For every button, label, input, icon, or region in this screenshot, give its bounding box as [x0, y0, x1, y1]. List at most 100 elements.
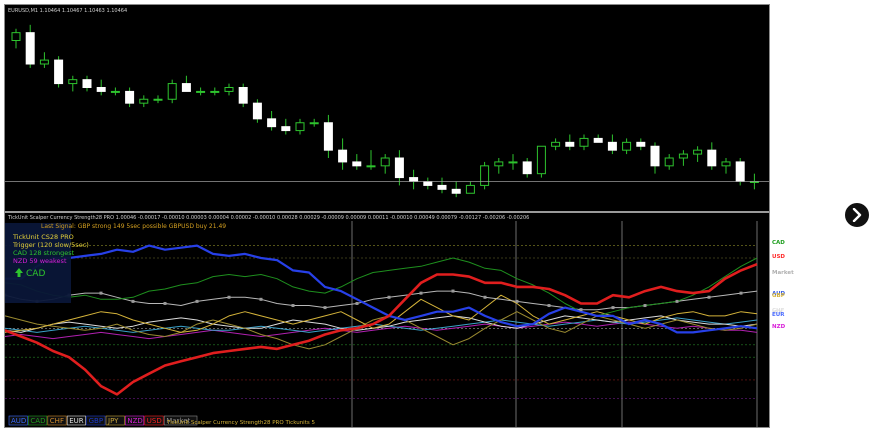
series-cad: [5, 257, 758, 317]
legend-item: AUD: [11, 417, 26, 425]
candle-body: [181, 83, 191, 92]
candle-body: [267, 118, 277, 128]
candle-body: [196, 90, 206, 93]
candle-body: [82, 79, 92, 88]
market-marker: [291, 304, 295, 308]
legend-item: JPY: [107, 417, 119, 425]
candle-body: [565, 141, 575, 147]
market-marker: [99, 291, 103, 295]
candle-body: [25, 32, 35, 65]
legend-item: CAD: [30, 417, 45, 425]
candle-body: [579, 137, 589, 147]
candle-body: [224, 87, 234, 92]
market-marker: [259, 297, 263, 301]
candle-body: [366, 165, 376, 168]
candle-body: [11, 32, 21, 41]
candle-body: [536, 145, 546, 175]
candle-body: [707, 149, 717, 167]
candle-body: [96, 87, 106, 92]
market-marker: [451, 289, 455, 293]
market-marker: [195, 299, 199, 303]
next-button[interactable]: [843, 201, 871, 229]
legend-item: EUR: [69, 417, 84, 425]
market-marker: [739, 291, 743, 295]
candle-body: [125, 90, 135, 104]
symbol-header: EURUSD,M1 1.10464 1.10467 1.10463 1.1046…: [8, 8, 127, 14]
market-marker: [675, 299, 679, 303]
legend-item: NZD: [127, 417, 142, 425]
right-label-market: Market: [772, 270, 794, 276]
candle-body: [551, 141, 561, 147]
candle-body: [437, 184, 447, 190]
candle-body: [68, 79, 78, 85]
legend-item: GBP: [89, 417, 103, 425]
candle-body: [522, 161, 532, 175]
candle-body: [338, 149, 348, 163]
chevron-right-icon: [852, 208, 862, 222]
candle-body: [323, 122, 333, 151]
candle-body: [423, 181, 433, 186]
market-marker: [547, 304, 551, 308]
market-marker: [611, 306, 615, 310]
info-weakest: NZD 59 weakest: [13, 257, 67, 265]
candle-body: [508, 161, 518, 164]
right-label-usd: USD: [772, 254, 785, 260]
candle-body: [693, 149, 703, 155]
candle-body: [110, 90, 120, 93]
candle-body: [494, 161, 504, 167]
candle-body: [650, 145, 660, 167]
candle-body: [352, 161, 362, 167]
chart-window[interactable]: EURUSD,M1 1.10464 1.10467 1.10463 1.1046…: [4, 4, 770, 428]
legend-item: CHF: [50, 417, 64, 425]
market-marker: [483, 295, 487, 299]
candle-body: [252, 102, 262, 120]
right-label-nzd: NZD: [772, 324, 786, 330]
candle-body: [39, 59, 49, 65]
candle-body: [735, 161, 745, 183]
candle-body: [451, 188, 461, 194]
candle-body: [238, 87, 248, 104]
indicator-pane[interactable]: TickUnit Scalper Currency Strength28 PRO…: [5, 213, 769, 427]
candle-body: [721, 161, 731, 167]
market-marker: [131, 299, 135, 303]
candle-body: [295, 122, 305, 132]
price-chart: EURUSD,M1 1.10464 1.10467 1.10463 1.1046…: [5, 8, 769, 198]
candle-body: [139, 98, 149, 104]
candle-body: [480, 165, 490, 186]
candle-body: [636, 141, 646, 147]
legend-item: USD: [147, 417, 162, 425]
market-marker: [387, 295, 391, 299]
candle-body: [153, 98, 163, 101]
info-strongest: CAD 128 strongest: [13, 249, 75, 257]
candle-body: [607, 141, 617, 151]
last-signal: Last Signal: GBP strong 149 5sec possibl…: [41, 223, 226, 230]
candle-body: [593, 137, 603, 143]
candle-body: [678, 153, 688, 159]
market-marker: [227, 295, 231, 299]
right-label-cad: CAD: [772, 240, 785, 246]
market-marker: [419, 291, 423, 295]
candle-body: [167, 83, 177, 100]
candle-body: [210, 90, 220, 93]
market-marker: [643, 304, 647, 308]
candle-body: [281, 126, 291, 132]
candle-body: [465, 184, 475, 194]
candle-body: [409, 177, 419, 182]
info-trigger: Trigger (120 slow/5sec): [12, 241, 89, 249]
indicator-header: TickUnit Scalper Currency Strength28 PRO…: [7, 215, 529, 221]
candle-body: [54, 59, 64, 85]
candle-body: [394, 157, 404, 179]
info-title: TickUnit CS28 PRO: [12, 233, 74, 241]
right-label-gbp: GBP: [772, 293, 785, 299]
currency-strength-chart: TickUnit Scalper Currency Strength28 PRO…: [5, 215, 758, 427]
strongest-arrow-label: CAD: [26, 269, 45, 279]
market-marker: [323, 306, 327, 310]
candle-body: [309, 122, 319, 125]
right-label-eur: EUR: [772, 312, 785, 318]
market-marker: [163, 301, 167, 305]
market-marker: [579, 308, 583, 312]
price-chart-pane[interactable]: EURUSD,M1 1.10464 1.10467 1.10463 1.1046…: [5, 5, 769, 211]
candle-body: [664, 157, 674, 167]
footer-label: TickUnit Scalper Currency Strength28 PRO…: [166, 420, 315, 426]
candle-body: [380, 157, 390, 167]
